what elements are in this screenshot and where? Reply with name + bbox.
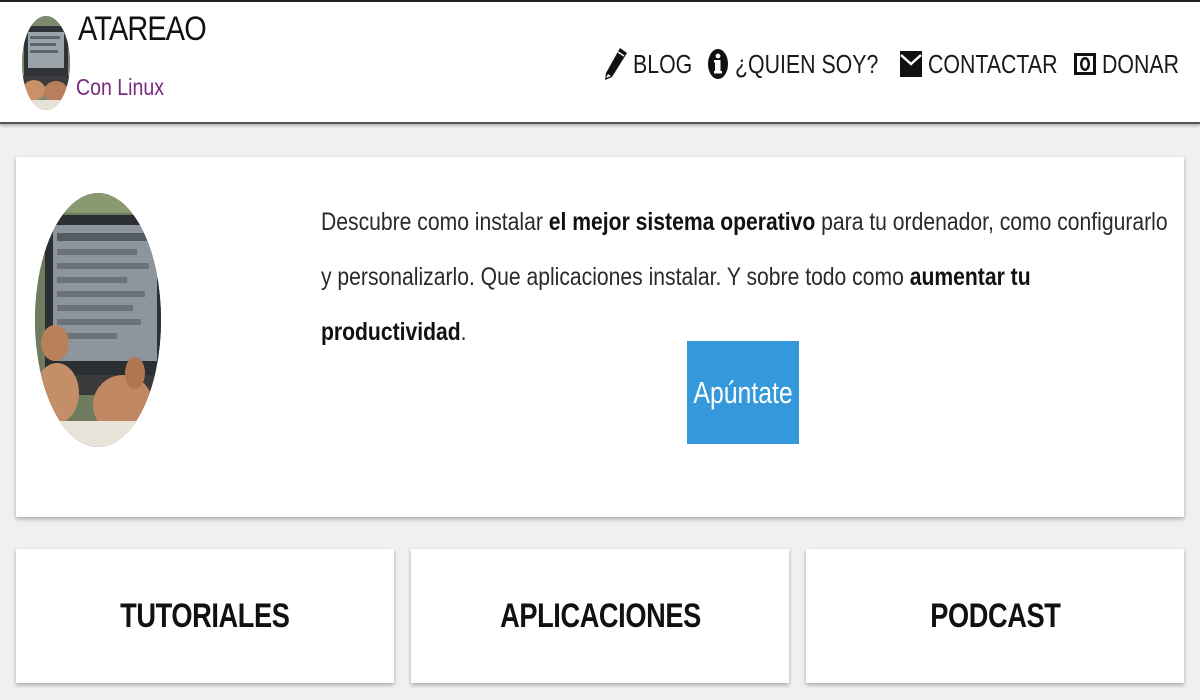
nav-label-quien-soy: ¿QUIEN SOY? — [735, 48, 879, 79]
hero-card: Descubre como instalar el mejor sistema … — [16, 157, 1184, 517]
hero-description: Descubre como instalar el mejor sistema … — [321, 195, 1174, 360]
site-logo-avatar[interactable] — [22, 16, 70, 110]
hero-text-part: Descubre como instalar — [321, 208, 549, 236]
hero-text-part: . — [460, 318, 467, 346]
category-card-aplicaciones[interactable]: APLICACIONES — [411, 549, 789, 683]
nav-item-blog[interactable]: BLOG — [603, 46, 697, 82]
site-header: ATAREAO Con Linux BLOG ¿QUIEN SOY? CONTA… — [0, 0, 1200, 124]
hero-highlight-os: el mejor sistema operativo — [548, 208, 816, 236]
money-icon — [1072, 46, 1098, 82]
nav-label-contactar: CONTACTAR — [928, 48, 1058, 79]
site-tagline: Con Linux — [76, 74, 165, 100]
subscribe-button[interactable]: Apúntate — [687, 341, 799, 444]
category-label: PODCAST — [929, 596, 1061, 635]
category-label: APLICACIONES — [499, 596, 701, 635]
hero-image — [35, 193, 161, 447]
nav-item-quien-soy[interactable]: ¿QUIEN SOY? — [705, 46, 890, 82]
nav-item-donar[interactable]: DONAR — [1072, 46, 1184, 82]
category-card-tutoriales[interactable]: TUTORIALES — [16, 549, 394, 683]
info-icon — [705, 46, 731, 82]
pencil-icon — [603, 46, 629, 82]
nav-item-contactar[interactable]: CONTACTAR — [898, 46, 1064, 82]
envelope-icon — [898, 46, 924, 82]
subscribe-button-label: Apúntate — [693, 374, 793, 410]
person-at-laptop-image — [22, 16, 70, 110]
person-at-laptop-image — [35, 193, 161, 447]
site-title[interactable]: ATAREAO — [78, 10, 207, 49]
nav-label-donar: DONAR — [1102, 48, 1180, 79]
nav-label-blog: BLOG — [633, 48, 693, 79]
category-card-podcast[interactable]: PODCAST — [806, 549, 1184, 683]
main-nav: BLOG ¿QUIEN SOY? CONTACTAR DONAR — [603, 42, 1184, 86]
category-label: TUTORIALES — [120, 596, 290, 635]
category-cards: TUTORIALES APLICACIONES PODCAST — [16, 549, 1184, 683]
